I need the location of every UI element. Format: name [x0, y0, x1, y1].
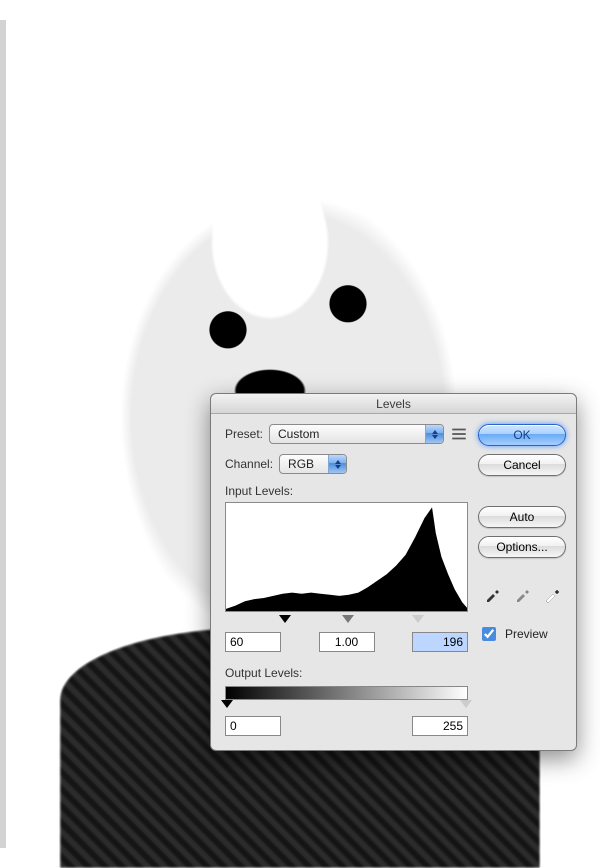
channel-label: Channel:: [225, 457, 273, 471]
preset-popup[interactable]: Custom: [269, 424, 444, 444]
shadow-slider-handle[interactable]: [279, 615, 291, 623]
preset-label: Preset:: [225, 427, 263, 441]
output-levels-label: Output Levels:: [225, 666, 468, 680]
input-highlight-field[interactable]: [412, 632, 468, 652]
channel-value: RGB: [288, 457, 314, 471]
output-gradient[interactable]: [225, 686, 468, 700]
input-slider-track[interactable]: [225, 614, 468, 628]
eyedropper-black-icon[interactable]: [481, 586, 503, 604]
preview-checkbox[interactable]: [482, 627, 496, 641]
preview-checkbox-row[interactable]: Preview: [478, 624, 566, 644]
input-midtone-field[interactable]: [319, 632, 375, 652]
histogram[interactable]: [225, 502, 468, 612]
eyedropper-white-icon[interactable]: [541, 586, 563, 604]
auto-button[interactable]: Auto: [478, 506, 566, 528]
ok-button[interactable]: OK: [478, 424, 566, 446]
channel-popup[interactable]: RGB: [279, 454, 347, 474]
output-highlight-field[interactable]: [412, 716, 468, 736]
preset-value: Custom: [278, 427, 319, 441]
midtone-slider-handle[interactable]: [342, 615, 354, 623]
popup-arrows-icon: [425, 425, 443, 443]
highlight-slider-handle[interactable]: [412, 615, 424, 623]
options-button[interactable]: Options...: [478, 536, 566, 558]
cancel-button[interactable]: Cancel: [478, 454, 566, 476]
dialog-title: Levels: [211, 394, 576, 414]
preset-menu-button[interactable]: [450, 425, 468, 443]
output-highlight-handle[interactable]: [460, 700, 472, 708]
output-shadow-handle[interactable]: [221, 700, 233, 708]
output-slider-track[interactable]: [225, 700, 468, 712]
input-levels-label: Input Levels:: [225, 484, 468, 498]
input-shadow-field[interactable]: [225, 632, 281, 652]
output-shadow-field[interactable]: [225, 716, 281, 736]
eyedropper-gray-icon[interactable]: [511, 586, 533, 604]
levels-dialog: Levels Preset: Custom Channel: RGB: [210, 393, 577, 751]
popup-arrows-icon: [328, 455, 346, 473]
preview-label: Preview: [505, 627, 548, 641]
